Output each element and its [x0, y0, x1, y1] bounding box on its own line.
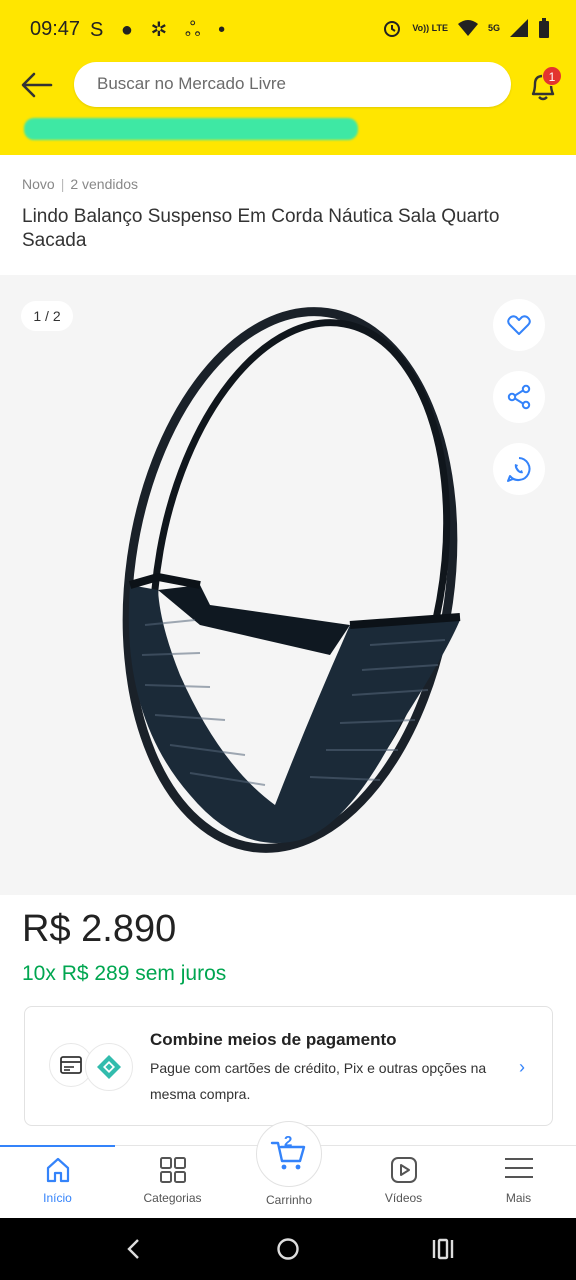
heart-icon	[507, 315, 531, 335]
payment-description: Pague com cartões de crédito, Pix e outr…	[150, 1060, 487, 1102]
product-sold-count: 2 vendidos	[70, 176, 139, 192]
signal-label: 5G	[487, 22, 500, 33]
recents-icon	[432, 1238, 454, 1260]
menu-icon	[504, 1158, 533, 1178]
pix-icon	[85, 1043, 133, 1091]
address-redaction	[24, 118, 358, 140]
product-gallery[interactable]: 1 / 2	[0, 275, 576, 895]
circle-home-icon	[277, 1238, 299, 1260]
search-placeholder: Buscar no Mercado Livre	[97, 74, 286, 93]
nav-carrinho-label[interactable]: Carrinho	[230, 1193, 348, 1207]
chevron-right-icon: ›	[519, 1057, 525, 1077]
notification-badge: 1	[542, 66, 562, 86]
back-button[interactable]	[18, 68, 56, 102]
nav-inicio[interactable]: Início	[0, 1146, 115, 1219]
product-condition: Novo	[22, 176, 55, 192]
share-button[interactable]	[493, 371, 545, 423]
bottom-navigation: Início Categorias 2 Carrinho Vídeos Mais	[0, 1121, 576, 1219]
product-meta: Novo | 2 vendidos	[22, 176, 138, 192]
payment-icons	[49, 1043, 137, 1091]
whatsapp-button[interactable]	[493, 443, 545, 495]
product-image	[122, 307, 461, 853]
cart-count: 2	[284, 1133, 293, 1150]
whatsapp-icon	[507, 457, 531, 482]
chevron-left-icon	[127, 1239, 139, 1259]
lte-label: Vo)) LTE	[412, 22, 448, 33]
signal-icon	[510, 19, 528, 37]
alarm-icon	[384, 21, 401, 37]
system-back-button[interactable]	[113, 1234, 153, 1264]
search-input[interactable]: Buscar no Mercado Livre	[74, 62, 511, 107]
system-recents-button[interactable]	[423, 1234, 463, 1264]
wifi-icon	[457, 20, 478, 36]
status-right-icons: Vo)) LTE 5G	[382, 18, 550, 38]
status-bar: 09:47 S ● ✲ ஃ • Vo)) LTE 5G	[0, 0, 576, 62]
status-time: 09:47	[30, 18, 81, 40]
product-price: R$ 2.890	[22, 908, 177, 950]
nav-inicio-label: Início	[43, 1191, 72, 1205]
image-counter: 1 / 2	[21, 301, 73, 331]
nav-mais[interactable]: Mais	[461, 1146, 576, 1219]
nav-mais-label: Mais	[505, 1191, 532, 1205]
nav-categorias[interactable]: Categorias	[115, 1146, 230, 1219]
notifications-button[interactable]: 1	[528, 66, 562, 102]
system-home-button[interactable]	[268, 1234, 308, 1264]
nav-videos[interactable]: Vídeos	[346, 1146, 461, 1219]
nav-videos-label: Vídeos	[384, 1191, 423, 1205]
meta-separator: |	[60, 176, 65, 192]
product-title: Lindo Balanço Suspenso Em Corda Náutica …	[22, 206, 500, 251]
nav-carrinho[interactable]: 2	[256, 1121, 322, 1187]
combine-payment-card[interactable]: Combine meios de pagamento Pague com car…	[24, 1006, 553, 1126]
share-icon	[507, 384, 531, 410]
play-icon	[390, 1157, 417, 1183]
nav-categorias-label: Categorias	[143, 1191, 202, 1205]
arrow-left-icon	[21, 72, 53, 98]
favorite-button[interactable]	[493, 299, 545, 351]
system-navigation-bar	[0, 1218, 576, 1280]
status-notification-icons: S ● ✲ ஃ •	[90, 19, 232, 41]
payment-title: Combine meios de pagamento	[150, 1030, 397, 1049]
installments-info[interactable]: 10x R$ 289 sem juros	[22, 962, 226, 986]
home-icon	[46, 1157, 69, 1183]
grid-icon	[159, 1157, 186, 1183]
top-header: 09:47 S ● ✲ ஃ • Vo)) LTE 5G Buscar no Me…	[0, 0, 576, 155]
battery-icon	[539, 18, 549, 38]
